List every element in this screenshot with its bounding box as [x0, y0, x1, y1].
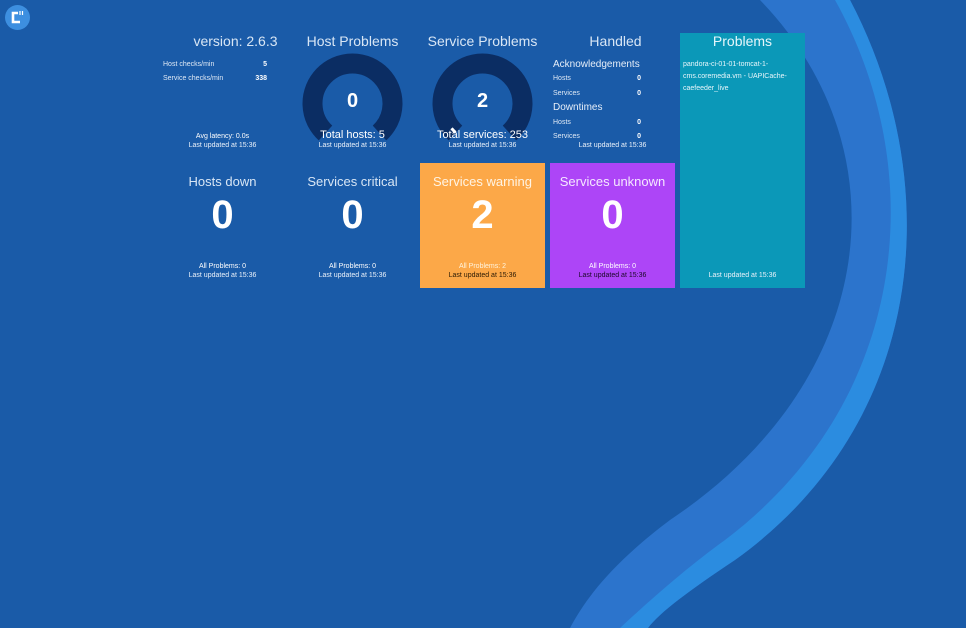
hosts-down-count: 0	[211, 193, 234, 237]
hosts-down-updated: Last updated at 15:36	[188, 272, 257, 279]
ack-services-label: Services	[553, 90, 580, 97]
avg-latency: Avg latency: 0.0s	[195, 133, 250, 140]
service-checks-row: Service checks/min 338	[163, 75, 267, 82]
services-warning-count: 2	[471, 193, 494, 237]
version-updated: Last updated at 15:36	[188, 142, 257, 149]
service-problems-widget[interactable]: Service Problems 2 Total services: 253 L…	[420, 33, 545, 158]
services-unknown-widget[interactable]: Services unknown 0 All Problems: 0 Last …	[550, 163, 675, 288]
hosts-down-title: Hosts down	[188, 174, 257, 189]
services-warning-widget[interactable]: Services warning 2 All Problems: 2 Last …	[420, 163, 545, 288]
host-checks-row: Host checks/min 5	[163, 61, 267, 68]
acknowledgements-heading: Acknowledgements	[553, 59, 640, 70]
services-unknown-all: All Problems: 0	[588, 263, 637, 270]
down-services-row: Services 0	[553, 133, 641, 140]
down-hosts-label: Hosts	[553, 119, 571, 126]
services-unknown-updated: Last updated at 15:36	[578, 272, 647, 279]
host-problems-updated: Last updated at 15:36	[318, 142, 387, 149]
ack-hosts-value: 0	[637, 75, 641, 82]
ack-services-value: 0	[637, 90, 641, 97]
services-critical-title: Services critical	[307, 174, 398, 189]
services-warning-all: All Problems: 2	[458, 263, 507, 270]
downtimes-heading: Downtimes	[553, 102, 603, 113]
problems-title: Problems	[712, 33, 773, 49]
services-critical-updated: Last updated at 15:36	[318, 272, 387, 279]
services-critical-all: All Problems: 0	[328, 263, 377, 270]
down-services-label: Services	[553, 133, 580, 140]
services-unknown-title: Services unknown	[559, 174, 666, 189]
host-checks-value: 5	[263, 61, 267, 68]
ack-hosts-row: Hosts 0	[553, 75, 641, 82]
services-warning-title: Services warning	[433, 174, 532, 189]
down-hosts-row: Hosts 0	[553, 119, 641, 126]
host-problems-widget[interactable]: Host Problems 0 Total hosts: 5 Last upda…	[290, 33, 415, 158]
host-problems-total: Total hosts: 5	[320, 129, 385, 141]
service-problems-value: 2	[476, 90, 489, 112]
services-unknown-count: 0	[601, 193, 624, 237]
services-warning-updated: Last updated at 15:36	[448, 272, 517, 279]
ack-services-row: Services 0	[553, 90, 641, 97]
problem-item[interactable]: pandora-ci-01-01-tomcat-1-cms.coremedia.…	[683, 59, 805, 95]
ack-hosts-label: Hosts	[553, 75, 571, 82]
version-title: version: 2.6.3	[193, 33, 278, 49]
app-logo[interactable]	[5, 5, 30, 30]
services-critical-count: 0	[341, 193, 364, 237]
hosts-down-all: All Problems: 0	[198, 263, 247, 270]
service-checks-value: 338	[255, 75, 267, 82]
down-hosts-value: 0	[637, 119, 641, 126]
handled-title: Handled	[589, 33, 642, 49]
services-critical-widget[interactable]: Services critical 0 All Problems: 0 Last…	[290, 163, 415, 288]
service-checks-label: Service checks/min	[163, 75, 224, 82]
problems-widget[interactable]: Problems pandora-ci-01-01-tomcat-1-cms.c…	[680, 33, 805, 288]
handled-widget: Handled Acknowledgements Hosts 0 Service…	[550, 33, 675, 158]
host-checks-label: Host checks/min	[163, 61, 215, 68]
hosts-down-widget[interactable]: Hosts down 0 All Problems: 0 Last update…	[160, 163, 285, 288]
host-problems-value: 0	[346, 90, 359, 112]
version-widget: version: 2.6.3 Host checks/min 5 Service…	[160, 33, 285, 158]
handled-updated: Last updated at 15:36	[578, 142, 647, 149]
down-services-value: 0	[637, 133, 641, 140]
service-problems-total: Total services: 253	[436, 129, 529, 141]
problems-updated: Last updated at 15:36	[708, 272, 777, 279]
service-problems-updated: Last updated at 15:36	[448, 142, 517, 149]
